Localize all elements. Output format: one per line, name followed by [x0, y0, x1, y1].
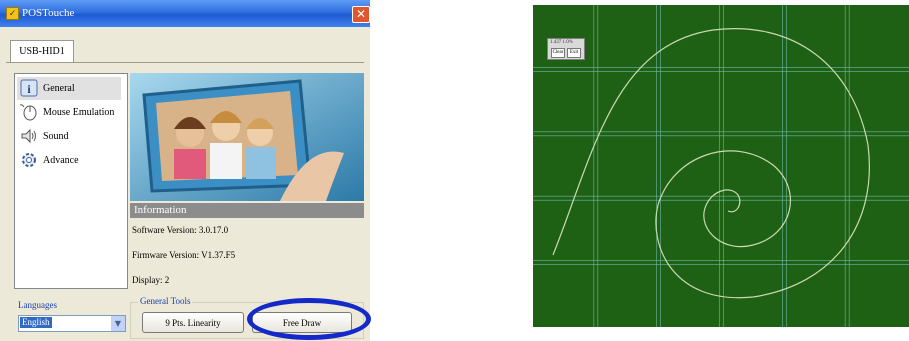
- exit-button[interactable]: Exit: [567, 48, 581, 58]
- firmware-version: Firmware Version: V1.37.F5: [132, 250, 236, 260]
- languages-label: Languages: [18, 300, 57, 310]
- language-value: English: [20, 317, 52, 328]
- software-version: Software Version: 3.0.17.0: [132, 225, 229, 235]
- gear-icon: [22, 153, 36, 167]
- window-title: POSTouche: [22, 7, 75, 19]
- toolbox-readout: 1.437 1.0%: [550, 40, 573, 45]
- display-info: Display: 2: [132, 275, 170, 285]
- nav-panel: i General Mouse Emulation Sound Advance: [14, 73, 128, 289]
- nav-label-mouse-emulation: Mouse Emulation: [43, 107, 115, 118]
- info-icon: i: [20, 79, 38, 97]
- free-draw-canvas[interactable]: [533, 5, 909, 327]
- nav-item-mouse-emulation[interactable]: Mouse Emulation: [17, 101, 121, 124]
- tab-usb-hid1[interactable]: USB-HID1: [10, 40, 74, 63]
- speaker-icon: [21, 128, 36, 144]
- tab-divider: [6, 62, 364, 63]
- check-icon: ✓: [6, 7, 19, 20]
- close-button[interactable]: ✕: [352, 6, 370, 23]
- nav-item-advance[interactable]: Advance: [17, 149, 121, 172]
- language-select[interactable]: English ▼: [18, 315, 126, 332]
- chevron-down-icon[interactable]: ▼: [111, 316, 125, 331]
- product-photo: [130, 73, 364, 201]
- mouse-icon: [20, 104, 37, 121]
- draw-toolbox: 1.437 1.0% Clear Exit: [547, 38, 585, 60]
- canvas-background: [533, 5, 909, 327]
- nav-label-sound: Sound: [43, 131, 69, 142]
- information-header: Information: [130, 203, 364, 218]
- clear-button[interactable]: Clear: [551, 48, 565, 58]
- linearity-button[interactable]: 9 Pts. Linearity: [142, 312, 244, 333]
- general-tools-label: General Tools: [138, 296, 193, 306]
- nav-label-general: General: [43, 83, 75, 94]
- nav-item-general[interactable]: i General: [17, 77, 121, 100]
- nav-label-advance: Advance: [43, 155, 79, 166]
- highlight-ring: [247, 298, 371, 340]
- nav-item-sound[interactable]: Sound: [17, 125, 121, 148]
